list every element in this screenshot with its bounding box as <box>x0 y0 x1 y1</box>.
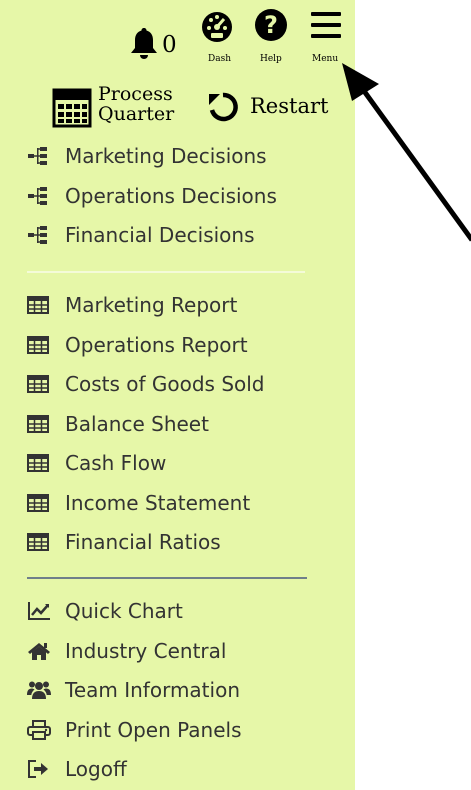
menu-item-label: Costs of Goods Sold <box>65 372 265 396</box>
menu-item-income-statement[interactable]: Income Statement <box>27 490 250 516</box>
menu-item-label: Marketing Decisions <box>65 144 267 168</box>
menu-item-label: Financial Ratios <box>65 530 221 554</box>
menu-item-label: Logoff <box>65 757 127 781</box>
menu-item-operations-report[interactable]: Operations Report <box>27 332 248 358</box>
menu-item-label: Team Information <box>65 678 240 702</box>
menu-item-balance-sheet[interactable]: Balance Sheet <box>27 411 209 437</box>
table-icon <box>27 452 59 474</box>
process-label-line2: Quarter <box>98 103 175 125</box>
sitemap-icon <box>27 224 59 246</box>
menu-item-label: Quick Chart <box>65 599 183 623</box>
notification-button[interactable]: 0 <box>128 24 188 64</box>
menu-item-team-information[interactable]: Team Information <box>27 677 240 703</box>
sidebar-panel: 0 Dash ? Help Menu Process Quarter Resta… <box>0 0 355 790</box>
table-icon <box>27 413 59 435</box>
print-icon <box>27 719 59 741</box>
table-icon <box>27 531 59 553</box>
menu-item-label: Cash Flow <box>65 451 167 475</box>
calculator-icon <box>52 88 92 128</box>
menu-item-label: Industry Central <box>65 638 227 663</box>
restart-icon <box>209 92 238 122</box>
table-icon <box>27 294 59 316</box>
menu-item-operations-decisions[interactable]: Operations Decisions <box>27 183 277 209</box>
svg-text:?: ? <box>264 11 278 39</box>
help-label: Help <box>260 54 282 64</box>
table-icon <box>27 373 59 395</box>
menu-item-costs-of-goods-sold[interactable]: Costs of Goods Sold <box>27 371 265 397</box>
notification-count: 0 <box>162 32 177 58</box>
menu-item-cash-flow[interactable]: Cash Flow <box>27 450 166 476</box>
hamburger-icon <box>311 12 341 38</box>
sitemap-icon <box>27 185 59 207</box>
menu-item-industry-central[interactable]: Industry Central <box>27 638 226 664</box>
menu-item-label: Balance Sheet <box>65 411 209 436</box>
table-icon <box>27 492 59 514</box>
help-button[interactable]: ? Help <box>253 6 289 64</box>
home-icon <box>27 640 59 662</box>
menu-item-label: Operations Report <box>65 332 248 357</box>
divider <box>27 271 305 273</box>
process-label-line1: Process <box>98 83 173 105</box>
restart-button[interactable]: Restart <box>206 88 346 128</box>
team-icon <box>27 679 59 701</box>
help-icon: ? <box>255 9 287 41</box>
process-quarter-button[interactable]: Process Quarter <box>52 84 192 130</box>
dash-button[interactable]: Dash <box>197 6 237 64</box>
menu-item-financial-ratios[interactable]: Financial Ratios <box>27 529 221 555</box>
dashboard-icon <box>202 12 232 42</box>
menu-item-marketing-decisions[interactable]: Marketing Decisions <box>27 143 267 169</box>
menu-item-label: Operations Decisions <box>65 183 277 208</box>
menu-item-logoff[interactable]: Logoff <box>27 756 127 782</box>
menu-button[interactable]: Menu <box>306 6 346 64</box>
menu-item-label: Income Statement <box>65 490 251 515</box>
menu-item-print-open-panels[interactable]: Print Open Panels <box>27 717 242 743</box>
line-chart-icon <box>27 600 59 622</box>
menu-item-quick-chart[interactable]: Quick Chart <box>27 598 183 624</box>
table-icon <box>27 334 59 356</box>
divider <box>27 577 307 579</box>
menu-item-label: Financial Decisions <box>65 223 255 247</box>
logoff-icon <box>27 758 59 780</box>
dash-label: Dash <box>208 54 231 64</box>
menu-item-label: Marketing Report <box>65 293 238 317</box>
menu-item-financial-decisions[interactable]: Financial Decisions <box>27 222 255 248</box>
menu-label: Menu <box>312 54 339 64</box>
menu-item-label: Print Open Panels <box>65 717 242 742</box>
restart-label: Restart <box>250 94 329 118</box>
bell-icon <box>131 28 157 59</box>
menu-item-marketing-report[interactable]: Marketing Report <box>27 292 237 318</box>
sitemap-icon <box>27 145 59 167</box>
